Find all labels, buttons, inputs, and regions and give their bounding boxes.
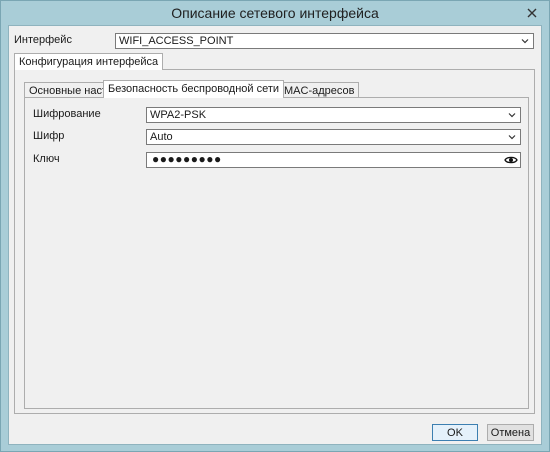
chevron-down-icon [508,135,516,140]
cipher-select[interactable]: Auto [146,129,521,145]
chevron-down-icon [508,113,516,118]
cipher-value: Auto [150,131,173,143]
interface-configuration-panel: Основные настройки Безопасность беспрово… [14,69,535,414]
close-button[interactable] [523,5,541,21]
encryption-select[interactable]: WPA2-PSK [146,107,521,123]
ok-button[interactable]: OK [432,424,478,441]
chevron-down-icon [521,39,529,44]
dialog-window: Описание сетевого интерфейса Интерфейс W… [0,0,550,452]
dialog-client-area: Интерфейс WIFI_ACCESS_POINT Конфигурация… [8,25,542,445]
encryption-value: WPA2-PSK [150,109,207,121]
key-password-field[interactable]: ●●●●●●●●● [146,152,521,168]
title-bar[interactable]: Описание сетевого интерфейса [1,1,549,25]
eye-icon[interactable] [504,154,518,166]
key-masked-value: ●●●●●●●●● [152,152,222,166]
close-icon [527,8,537,18]
interface-value: WIFI_ACCESS_POINT [119,35,234,47]
cipher-label: Шифр [33,130,65,142]
interface-label: Интерфейс [14,34,72,46]
cancel-button[interactable]: Отмена [487,424,534,441]
tab-interface-configuration[interactable]: Конфигурация интерфейса [14,53,164,70]
wireless-security-panel: Шифрование WPA2-PSK Шифр Auto Ключ ●●●●●… [24,97,529,409]
interface-select[interactable]: WIFI_ACCESS_POINT [115,33,534,49]
key-label: Ключ [33,153,60,165]
window-title: Описание сетевого интерфейса [171,5,379,21]
encryption-label: Шифрование [33,108,101,120]
tab-wireless-security[interactable]: Безопасность беспроводной сети [103,80,285,98]
